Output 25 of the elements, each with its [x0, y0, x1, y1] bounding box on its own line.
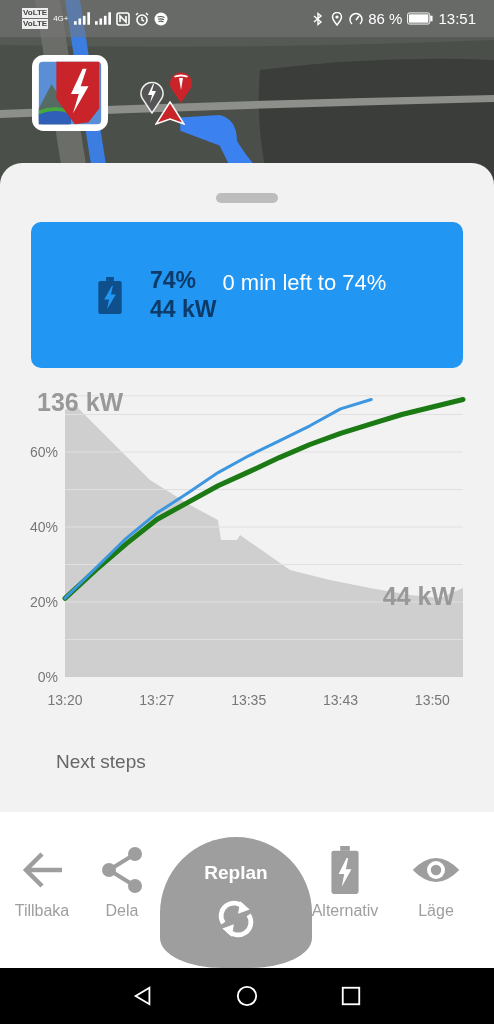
charge-message: 0 min left to 74%	[222, 270, 387, 296]
nav-button[interactable]: Tillbaka	[14, 846, 70, 920]
section-title: Next steps	[56, 751, 146, 773]
axis-label: 13:27	[139, 692, 175, 708]
axis-label: 13:43	[323, 692, 359, 708]
replan-button[interactable]: Replan	[160, 837, 312, 968]
power-label: 44 kW	[382, 582, 455, 610]
network-type: 4G+	[53, 14, 69, 23]
charge-power: 44 kW	[150, 296, 217, 323]
axis-label: 13:20	[47, 692, 83, 708]
nav-button[interactable]: Läge	[412, 846, 460, 920]
power-label: 136 kW	[37, 388, 124, 416]
axis-label: 40%	[29, 519, 58, 535]
axis-label: 60%	[29, 444, 58, 460]
volte-indicator: VoLTE	[22, 19, 49, 29]
battery-percentage: 86 %	[368, 10, 403, 27]
charge-level: 74%	[150, 267, 198, 294]
axis-label: 0%	[37, 669, 58, 685]
nav-button[interactable]: Alternativ	[311, 846, 379, 920]
axis-label: 13:50	[414, 692, 450, 708]
axis-label: 13:35	[231, 692, 267, 708]
axis-label: 20%	[29, 594, 58, 610]
nav-button[interactable]: Dela	[98, 846, 146, 920]
volte-indicator: VoLTE	[22, 8, 49, 18]
clock: 13:51	[438, 10, 476, 27]
